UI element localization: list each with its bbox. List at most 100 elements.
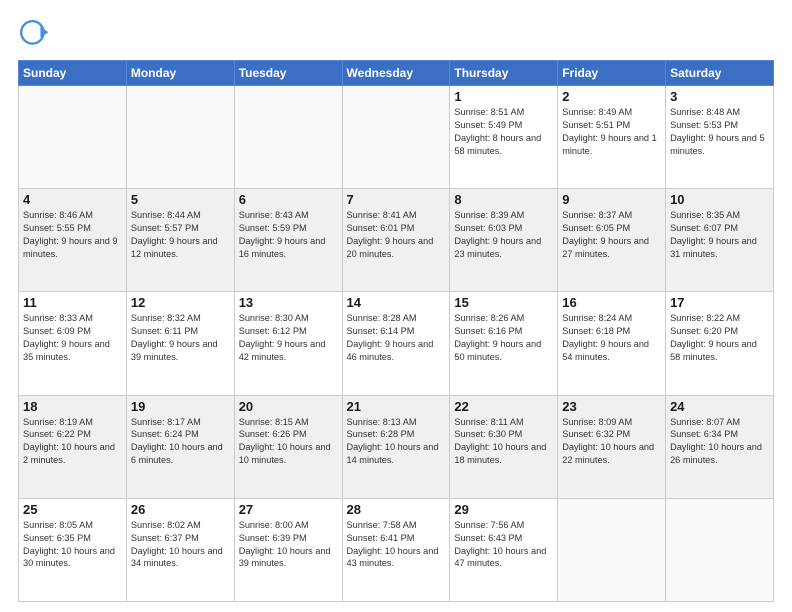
day-number: 23 (562, 399, 661, 414)
day-number: 2 (562, 89, 661, 104)
day-number: 1 (454, 89, 553, 104)
calendar-week-row: 25 Sunrise: 8:05 AM Sunset: 6:35 PM Dayli… (19, 498, 774, 601)
day-info: Sunrise: 8:09 AM Sunset: 6:32 PM Dayligh… (562, 416, 661, 468)
calendar-week-row: 4Sunrise: 8:46 AM Sunset: 5:55 PM Daylig… (19, 189, 774, 292)
day-number: 16 (562, 295, 661, 310)
day-info: Sunrise: 8:28 AM Sunset: 6:14 PM Dayligh… (347, 312, 446, 364)
day-info: Sunrise: 8:37 AM Sunset: 6:05 PM Dayligh… (562, 209, 661, 261)
day-number: 21 (347, 399, 446, 414)
calendar-header-friday: Friday (558, 61, 666, 86)
calendar-cell: 27 Sunrise: 8:00 AM Sunset: 6:39 PM Dayli… (234, 498, 342, 601)
day-info: Sunrise: 8:11 AM Sunset: 6:30 PM Dayligh… (454, 416, 553, 468)
calendar-cell: 13 Sunrise: 8:30 AM Sunset: 6:12 PM Dayli… (234, 292, 342, 395)
calendar-cell: 12 Sunrise: 8:32 AM Sunset: 6:11 PM Dayli… (126, 292, 234, 395)
day-number: 20 (239, 399, 338, 414)
calendar-cell: 15 Sunrise: 8:26 AM Sunset: 6:16 PM Dayli… (450, 292, 558, 395)
calendar-cell: 20 Sunrise: 8:15 AM Sunset: 6:26 PM Dayli… (234, 395, 342, 498)
day-number: 27 (239, 502, 338, 517)
calendar-cell: 28 Sunrise: 7:58 AM Sunset: 6:41 PM Dayli… (342, 498, 450, 601)
calendar-header-tuesday: Tuesday (234, 61, 342, 86)
calendar-cell: 24 Sunrise: 8:07 AM Sunset: 6:34 PM Dayli… (666, 395, 774, 498)
calendar-week-row: 1 Sunrise: 8:51 AM Sunset: 5:49 PM Daylig… (19, 86, 774, 189)
calendar-cell: 21 Sunrise: 8:13 AM Sunset: 6:28 PM Dayli… (342, 395, 450, 498)
day-info: Sunrise: 7:56 AM Sunset: 6:43 PM Dayligh… (454, 519, 553, 571)
day-number: 29 (454, 502, 553, 517)
day-info: Sunrise: 8:32 AM Sunset: 6:11 PM Dayligh… (131, 312, 230, 364)
day-info: Sunrise: 8:39 AM Sunset: 6:03 PM Dayligh… (454, 209, 553, 261)
calendar-header-row: SundayMondayTuesdayWednesdayThursdayFrid… (19, 61, 774, 86)
day-info: Sunrise: 8:07 AM Sunset: 6:34 PM Dayligh… (670, 416, 769, 468)
day-info: Sunrise: 8:48 AM Sunset: 5:53 PM Dayligh… (670, 106, 769, 158)
calendar-week-row: 18 Sunrise: 8:19 AM Sunset: 6:22 PM Dayli… (19, 395, 774, 498)
calendar-cell: 8 Sunrise: 8:39 AM Sunset: 6:03 PM Daylig… (450, 189, 558, 292)
calendar-cell: 25 Sunrise: 8:05 AM Sunset: 6:35 PM Dayli… (19, 498, 127, 601)
logo (18, 18, 54, 50)
day-number: 18 (23, 399, 122, 414)
day-info: Sunrise: 8:33 AM Sunset: 6:09 PM Dayligh… (23, 312, 122, 364)
calendar-cell: 4Sunrise: 8:46 AM Sunset: 5:55 PM Daylig… (19, 189, 127, 292)
calendar-cell: 7Sunrise: 8:41 AM Sunset: 6:01 PM Daylig… (342, 189, 450, 292)
day-number: 9 (562, 192, 661, 207)
calendar-header-thursday: Thursday (450, 61, 558, 86)
day-number: 19 (131, 399, 230, 414)
calendar-header-wednesday: Wednesday (342, 61, 450, 86)
calendar-cell: 2 Sunrise: 8:49 AM Sunset: 5:51 PM Daylig… (558, 86, 666, 189)
calendar-cell: 3 Sunrise: 8:48 AM Sunset: 5:53 PM Daylig… (666, 86, 774, 189)
calendar: SundayMondayTuesdayWednesdayThursdayFrid… (18, 60, 774, 602)
calendar-cell: 16Sunrise: 8:24 AM Sunset: 6:18 PM Dayli… (558, 292, 666, 395)
calendar-cell (342, 86, 450, 189)
day-info: Sunrise: 8:26 AM Sunset: 6:16 PM Dayligh… (454, 312, 553, 364)
calendar-cell: 23 Sunrise: 8:09 AM Sunset: 6:32 PM Dayli… (558, 395, 666, 498)
calendar-cell: 29 Sunrise: 7:56 AM Sunset: 6:43 PM Dayli… (450, 498, 558, 601)
calendar-cell: 11 Sunrise: 8:33 AM Sunset: 6:09 PM Dayli… (19, 292, 127, 395)
day-info: Sunrise: 8:22 AM Sunset: 6:20 PM Dayligh… (670, 312, 769, 364)
calendar-header-saturday: Saturday (666, 61, 774, 86)
calendar-header-monday: Monday (126, 61, 234, 86)
day-info: Sunrise: 8:02 AM Sunset: 6:37 PM Dayligh… (131, 519, 230, 571)
day-number: 13 (239, 295, 338, 310)
calendar-cell: 10 Sunrise: 8:35 AM Sunset: 6:07 PM Dayli… (666, 189, 774, 292)
day-info: Sunrise: 8:19 AM Sunset: 6:22 PM Dayligh… (23, 416, 122, 468)
calendar-cell: 19 Sunrise: 8:17 AM Sunset: 6:24 PM Dayli… (126, 395, 234, 498)
calendar-cell (558, 498, 666, 601)
day-info: Sunrise: 8:00 AM Sunset: 6:39 PM Dayligh… (239, 519, 338, 571)
day-info: Sunrise: 8:30 AM Sunset: 6:12 PM Dayligh… (239, 312, 338, 364)
day-number: 5 (131, 192, 230, 207)
page: SundayMondayTuesdayWednesdayThursdayFrid… (0, 0, 792, 612)
day-number: 17 (670, 295, 769, 310)
day-number: 11 (23, 295, 122, 310)
day-info: Sunrise: 8:49 AM Sunset: 5:51 PM Dayligh… (562, 106, 661, 158)
day-info: Sunrise: 8:41 AM Sunset: 6:01 PM Dayligh… (347, 209, 446, 261)
calendar-cell: 5 Sunrise: 8:44 AM Sunset: 5:57 PM Daylig… (126, 189, 234, 292)
day-info: Sunrise: 8:35 AM Sunset: 6:07 PM Dayligh… (670, 209, 769, 261)
day-number: 15 (454, 295, 553, 310)
day-number: 10 (670, 192, 769, 207)
day-info: Sunrise: 8:13 AM Sunset: 6:28 PM Dayligh… (347, 416, 446, 468)
calendar-cell (234, 86, 342, 189)
day-info: Sunrise: 8:51 AM Sunset: 5:49 PM Dayligh… (454, 106, 553, 158)
calendar-header-sunday: Sunday (19, 61, 127, 86)
logo-icon (18, 18, 50, 50)
day-info: Sunrise: 7:58 AM Sunset: 6:41 PM Dayligh… (347, 519, 446, 571)
calendar-week-row: 11 Sunrise: 8:33 AM Sunset: 6:09 PM Dayli… (19, 292, 774, 395)
day-number: 28 (347, 502, 446, 517)
calendar-cell (126, 86, 234, 189)
day-number: 25 (23, 502, 122, 517)
calendar-cell (19, 86, 127, 189)
day-info: Sunrise: 8:15 AM Sunset: 6:26 PM Dayligh… (239, 416, 338, 468)
calendar-cell: 17 Sunrise: 8:22 AM Sunset: 6:20 PM Dayli… (666, 292, 774, 395)
calendar-cell: 22Sunrise: 8:11 AM Sunset: 6:30 PM Dayli… (450, 395, 558, 498)
day-info: Sunrise: 8:17 AM Sunset: 6:24 PM Dayligh… (131, 416, 230, 468)
day-number: 3 (670, 89, 769, 104)
calendar-cell: 9 Sunrise: 8:37 AM Sunset: 6:05 PM Daylig… (558, 189, 666, 292)
header (18, 18, 774, 50)
calendar-cell: 6Sunrise: 8:43 AM Sunset: 5:59 PM Daylig… (234, 189, 342, 292)
day-number: 6 (239, 192, 338, 207)
day-number: 12 (131, 295, 230, 310)
day-info: Sunrise: 8:05 AM Sunset: 6:35 PM Dayligh… (23, 519, 122, 571)
day-number: 26 (131, 502, 230, 517)
day-info: Sunrise: 8:44 AM Sunset: 5:57 PM Dayligh… (131, 209, 230, 261)
calendar-cell: 1 Sunrise: 8:51 AM Sunset: 5:49 PM Daylig… (450, 86, 558, 189)
day-number: 8 (454, 192, 553, 207)
day-number: 24 (670, 399, 769, 414)
